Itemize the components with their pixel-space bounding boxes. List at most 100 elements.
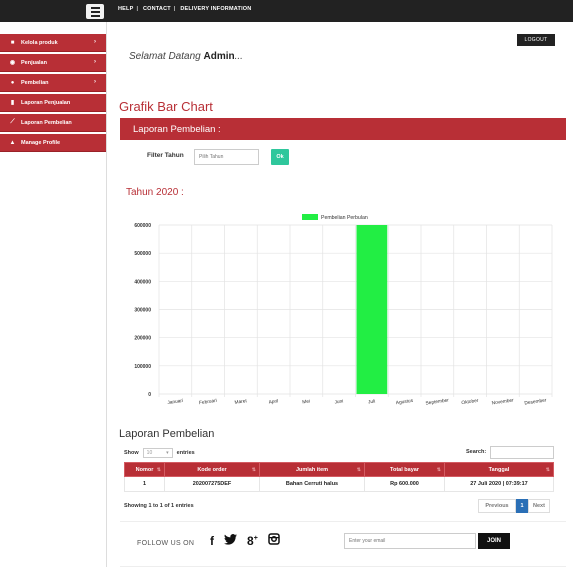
- sort-icon: ⇅: [436, 467, 441, 473]
- table-title: Laporan Pembelian: [119, 428, 215, 440]
- y-tick-label: 500000: [134, 251, 151, 257]
- table-row: 1 202007275DEF Bahan Cerruti halus Rp 60…: [124, 476, 554, 492]
- search-input[interactable]: [490, 446, 554, 459]
- top-links: HELP | CONTACT | DELIVERY INFORMATION: [118, 6, 252, 12]
- welcome-user: Admin: [203, 51, 235, 62]
- table-info: Showing 1 to 1 of 1 entries: [124, 503, 194, 509]
- line-chart-icon: ⟋: [10, 119, 15, 125]
- sort-icon: ⇅: [356, 467, 361, 473]
- google-plus-icon[interactable]: 8+: [247, 534, 258, 548]
- x-tick-label: Juli: [368, 399, 376, 406]
- column-header-total-bayar[interactable]: Total bayar ⇅: [364, 462, 445, 477]
- globe-icon: ◉: [9, 60, 16, 66]
- column-header-jumlah-item[interactable]: Jumlah item ⇅: [259, 462, 365, 477]
- cell-nomor: 1: [124, 476, 165, 492]
- next-button[interactable]: Next: [528, 499, 550, 513]
- follow-label: FOLLOW US ON: [137, 540, 195, 547]
- sidebar-item-label: Laporan Pembelian: [21, 119, 72, 126]
- column-header-kode-order[interactable]: Kode order ⇅: [164, 462, 260, 477]
- sidebar-item-manage-profile[interactable]: ▲ Manage Profile: [0, 134, 106, 152]
- column-header-tanggal[interactable]: Tanggal ⇅: [444, 462, 554, 477]
- help-link[interactable]: HELP: [118, 6, 133, 12]
- welcome-message: Selamat Datang Admin...: [129, 51, 243, 62]
- menu-toggle-icon[interactable]: [86, 4, 104, 19]
- x-tick-label: Desember: [524, 397, 547, 406]
- user-icon: ▲: [9, 139, 16, 146]
- x-tick-label: September: [425, 397, 449, 406]
- previous-button[interactable]: Previous: [478, 499, 516, 513]
- x-tick-label: Mei: [302, 399, 310, 406]
- x-tick-label: Maret: [234, 398, 248, 406]
- x-tick-label: April: [268, 398, 278, 405]
- y-tick-label: 400000: [134, 279, 151, 285]
- y-tick-label: 200000: [134, 336, 151, 342]
- contact-link[interactable]: CONTACT: [143, 6, 171, 12]
- chart-year-title: Tahun 2020 :: [126, 187, 184, 198]
- y-tick-label: 600000: [134, 223, 151, 229]
- facebook-icon[interactable]: f: [210, 534, 214, 548]
- cell-total-bayar: Rp 600.000: [364, 476, 445, 492]
- x-tick-label: Juni: [334, 398, 344, 405]
- y-tick-label: 0: [148, 392, 151, 398]
- x-tick-label: Agustus: [395, 398, 414, 406]
- sort-icon: ⇅: [156, 467, 161, 473]
- section-title: Grafik Bar Chart: [119, 99, 213, 114]
- sidebar-item-label: Manage Profile: [21, 139, 61, 146]
- cell-jumlah-item: Bahan Cerruti halus: [259, 476, 365, 492]
- page-1-button[interactable]: 1: [516, 499, 528, 513]
- filter-ok-button[interactable]: Ok: [271, 149, 289, 165]
- cell-kode-order: 202007275DEF: [164, 476, 260, 492]
- bar-chart: 0 100000 200000 300000 400000 500000 600000 Jan…: [134, 214, 553, 407]
- purchase-table: Nomor ⇅ Kode order ⇅ Jumlah item ⇅ Total ba…: [124, 462, 554, 492]
- x-tick-label: Februari: [199, 398, 218, 406]
- welcome-suffix: ...: [234, 51, 243, 62]
- sort-icon: ⇅: [545, 467, 550, 473]
- show-entries: Show 10 ▾ entries: [124, 448, 195, 458]
- pagination: Previous 1 Next: [478, 499, 550, 513]
- delivery-information-link[interactable]: DELIVERY INFORMATION: [180, 6, 251, 12]
- book-icon: ■: [10, 39, 15, 46]
- chevron-right-icon: ›: [94, 79, 96, 85]
- entries-select[interactable]: 10 ▾: [142, 448, 173, 458]
- chevron-down-icon: ▾: [166, 450, 169, 456]
- users-icon: ●: [10, 79, 15, 86]
- sidebar-item-label: Penjualan: [21, 59, 47, 66]
- x-tick-label: November: [491, 397, 514, 406]
- sidebar-item-laporan-penjualan[interactable]: ▮ Laporan Penjualan: [0, 94, 106, 112]
- sidebar-item-label: Kelola produk: [21, 39, 58, 46]
- sidebar-item-penjualan[interactable]: ◉ Penjualan ›: [0, 54, 106, 72]
- chevron-right-icon: ›: [94, 59, 96, 65]
- show-label: Show: [124, 450, 139, 456]
- social-links: f 8+: [210, 533, 280, 548]
- sidebar-item-label: Pembelian: [21, 79, 49, 86]
- sidebar-item-kelola-produk[interactable]: ■ Kelola produk ›: [0, 34, 106, 52]
- join-button[interactable]: JOIN: [478, 533, 510, 549]
- y-tick-label: 300000: [134, 308, 151, 314]
- cell-tanggal: 27 Juli 2020 | 07:39:17: [444, 476, 554, 492]
- x-tick-label: Januari: [167, 398, 183, 406]
- y-tick-label: 100000: [134, 364, 151, 370]
- chevron-right-icon: ›: [94, 39, 96, 45]
- newsletter-email-input[interactable]: [344, 533, 476, 549]
- divider: [120, 521, 566, 522]
- search-label: Search:: [466, 449, 487, 455]
- instagram-icon[interactable]: [268, 533, 280, 548]
- panel-title: Laporan Pembelian :: [120, 118, 566, 140]
- top-bar: HELP | CONTACT | DELIVERY INFORMATION: [0, 0, 573, 22]
- sidebar-item-label: Laporan Penjualan: [21, 99, 71, 106]
- logout-button[interactable]: LOGOUT: [517, 34, 555, 46]
- sidebar-item-laporan-pembelian[interactable]: ⟋ Laporan Pembelian: [0, 114, 106, 132]
- bar: [356, 225, 388, 394]
- twitter-icon[interactable]: [224, 533, 237, 548]
- x-tick-label: Oktober: [461, 398, 479, 406]
- entries-label: entries: [176, 450, 195, 456]
- bar-chart-icon: ▮: [10, 100, 15, 106]
- column-header-nomor[interactable]: Nomor ⇅: [124, 462, 165, 477]
- welcome-prefix: Selamat Datang: [129, 51, 204, 62]
- year-filter-input[interactable]: [194, 149, 259, 165]
- sort-icon: ⇅: [251, 467, 256, 473]
- sidebar-item-pembelian[interactable]: ● Pembelian ›: [0, 74, 106, 92]
- filter-label: Filter Tahun: [147, 152, 184, 159]
- legend-swatch: [302, 214, 318, 220]
- legend-label: Pembelian Perbulan: [321, 215, 368, 221]
